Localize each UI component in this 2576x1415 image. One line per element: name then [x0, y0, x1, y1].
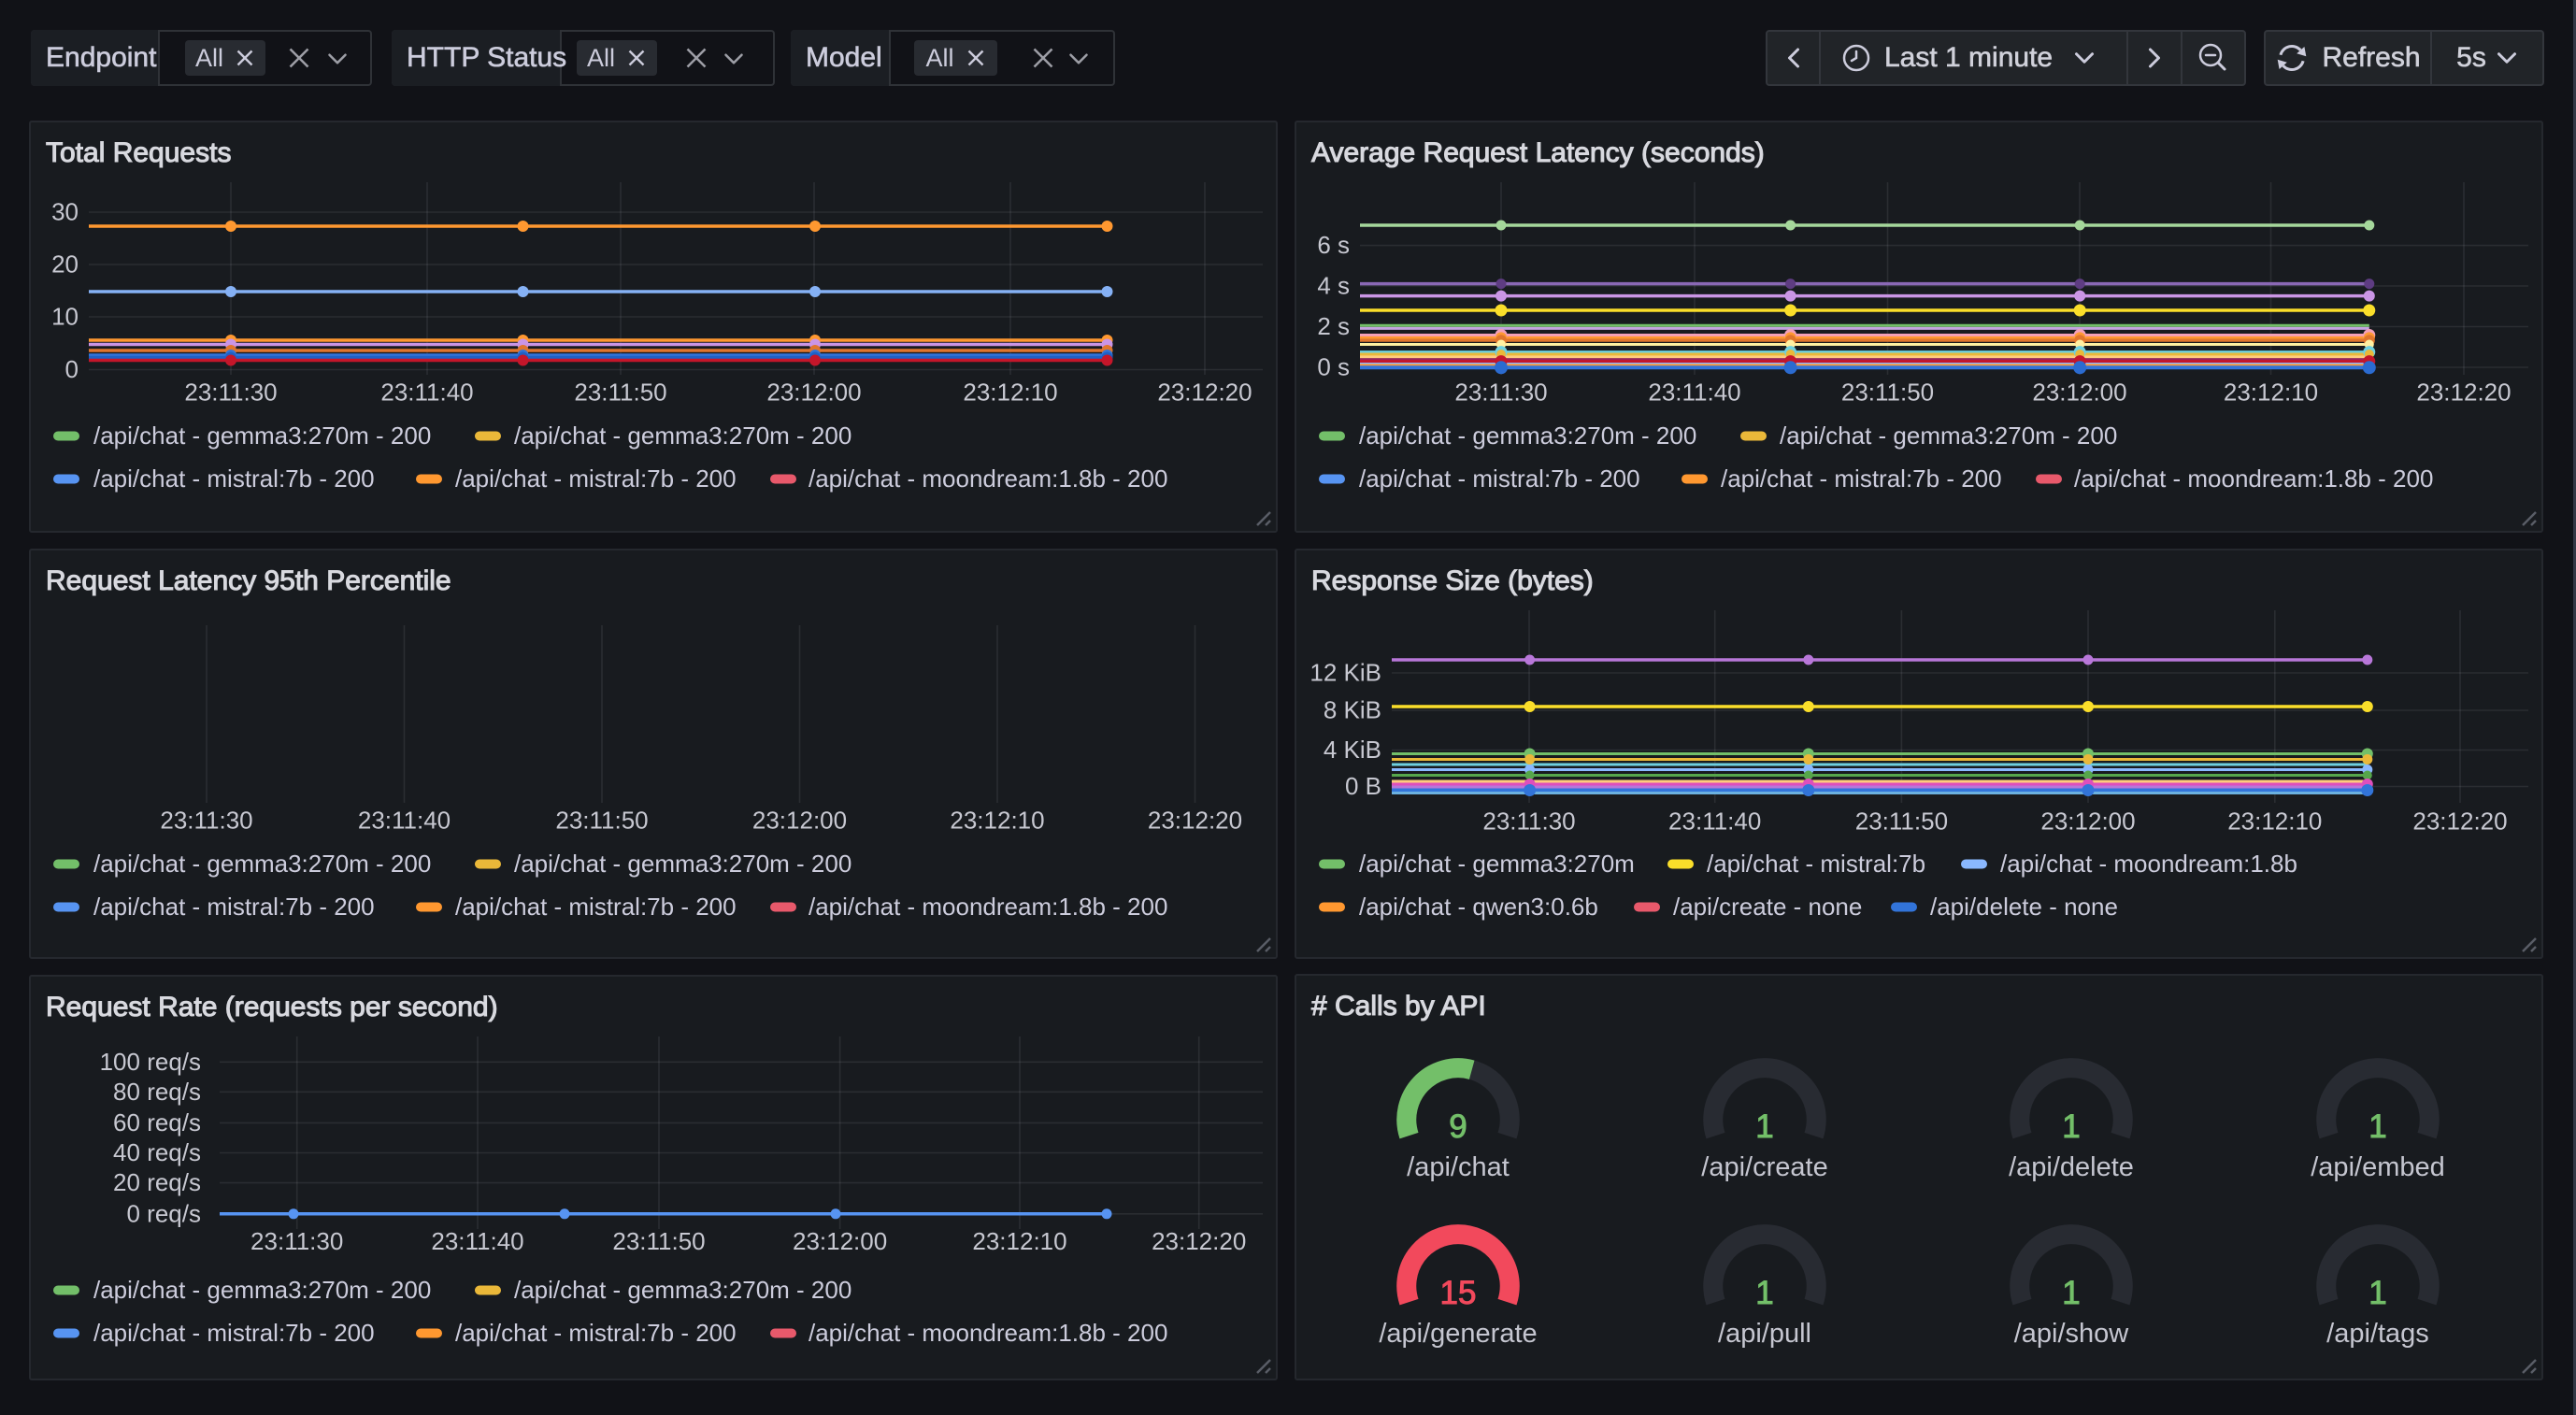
svg-text:/api/chat - mistral:7b - 200: /api/chat - mistral:7b - 200 — [455, 893, 737, 921]
svg-text:0 req/s: 0 req/s — [127, 1199, 202, 1227]
svg-text:1: 1 — [1755, 1275, 1773, 1311]
svg-text:23:12:00: 23:12:00 — [752, 807, 847, 835]
svg-text:23:12:10: 23:12:10 — [963, 379, 1057, 407]
svg-text:23:12:00: 23:12:00 — [2040, 808, 2135, 836]
svg-text:4 s: 4 s — [1317, 272, 1350, 300]
svg-text:4 KiB: 4 KiB — [1324, 736, 1381, 764]
svg-text:23:12:10: 23:12:10 — [2227, 808, 2322, 836]
svg-text:23:12:00: 23:12:00 — [2032, 379, 2126, 407]
svg-text:100 req/s: 100 req/s — [100, 1048, 201, 1076]
svg-text:23:12:20: 23:12:20 — [1152, 1227, 1246, 1255]
svg-text:23:11:40: 23:11:40 — [431, 1227, 523, 1255]
svg-text:/api/chat - moondream:1.8b - 2: /api/chat - moondream:1.8b - 200 — [809, 893, 1167, 921]
svg-text:8 KiB: 8 KiB — [1324, 696, 1381, 724]
svg-text:23:12:00: 23:12:00 — [793, 1227, 887, 1255]
svg-text:23:11:30: 23:11:30 — [1454, 379, 1547, 407]
svg-text:23:12:20: 23:12:20 — [1148, 807, 1242, 835]
svg-text:40 req/s: 40 req/s — [113, 1138, 201, 1166]
svg-text:2 s: 2 s — [1317, 312, 1350, 340]
svg-text:/api/chat - mistral:7b - 200: /api/chat - mistral:7b - 200 — [93, 465, 375, 493]
svg-text:23:12:20: 23:12:20 — [2416, 379, 2511, 407]
svg-text:0 B: 0 B — [1345, 772, 1381, 800]
svg-text:1: 1 — [1755, 1108, 1773, 1145]
svg-text:15: 15 — [1440, 1275, 1477, 1311]
svg-text:23:11:40: 23:11:40 — [1668, 808, 1761, 836]
svg-text:23:11:50: 23:11:50 — [555, 807, 648, 835]
svg-text:23:11:40: 23:11:40 — [380, 379, 473, 407]
svg-text:23:12:10: 23:12:10 — [2224, 379, 2318, 407]
svg-text:/api/chat - mistral:7b - 200: /api/chat - mistral:7b - 200 — [455, 1319, 737, 1347]
svg-text:20 req/s: 20 req/s — [113, 1168, 201, 1196]
svg-text:/api/generate: /api/generate — [1379, 1319, 1537, 1349]
svg-text:23:11:50: 23:11:50 — [612, 1227, 705, 1255]
svg-text:/api/chat: /api/chat — [1407, 1152, 1510, 1182]
svg-text:/api/pull: /api/pull — [1718, 1319, 1811, 1349]
svg-text:/api/create: /api/create — [1701, 1152, 1827, 1182]
svg-text:/api/chat - mistral:7b: /api/chat - mistral:7b — [1707, 850, 1925, 878]
svg-text:Response Size (bytes): Response Size (bytes) — [1311, 565, 1594, 596]
svg-text:23:12:20: 23:12:20 — [1157, 379, 1252, 407]
svg-text:23:11:30: 23:11:30 — [1482, 808, 1575, 836]
svg-text:23:11:50: 23:11:50 — [1855, 808, 1948, 836]
svg-text:0: 0 — [65, 355, 79, 383]
svg-text:9: 9 — [1449, 1108, 1467, 1145]
svg-text:/api/chat - gemma3:270m - 200: /api/chat - gemma3:270m - 200 — [93, 1276, 431, 1304]
svg-text:Request Rate (requests per sec: Request Rate (requests per second) — [46, 992, 498, 1022]
svg-text:23:12:10: 23:12:10 — [972, 1227, 1066, 1255]
svg-text:6 s: 6 s — [1317, 231, 1350, 259]
svg-text:Total Requests: Total Requests — [46, 137, 231, 168]
svg-text:/api/delete - none: /api/delete - none — [1930, 893, 2118, 921]
svg-text:1: 1 — [2368, 1108, 2386, 1145]
svg-text:/api/chat - gemma3:270m: /api/chat - gemma3:270m — [1359, 850, 1635, 878]
svg-text:23:11:50: 23:11:50 — [1841, 379, 1934, 407]
svg-text:/api/chat - gemma3:270m - 200: /api/chat - gemma3:270m - 200 — [93, 422, 431, 450]
svg-text:/api/chat - moondream:1.8b - 2: /api/chat - moondream:1.8b - 200 — [809, 1319, 1167, 1347]
svg-text:# Calls by API: # Calls by API — [1311, 991, 1486, 1022]
svg-text:/api/create - none: /api/create - none — [1673, 893, 1862, 921]
svg-text:/api/chat - gemma3:270m - 200: /api/chat - gemma3:270m - 200 — [514, 422, 852, 450]
svg-text:12 KiB: 12 KiB — [1309, 659, 1381, 687]
svg-text:/api/chat - mistral:7b - 200: /api/chat - mistral:7b - 200 — [93, 1319, 375, 1347]
svg-text:60 req/s: 60 req/s — [113, 1108, 201, 1136]
svg-text:Average Request Latency (secon: Average Request Latency (seconds) — [1311, 137, 1765, 168]
svg-text:0 s: 0 s — [1317, 353, 1350, 381]
svg-text:/api/chat - mistral:7b - 200: /api/chat - mistral:7b - 200 — [93, 893, 375, 921]
svg-text:/api/chat - qwen3:0.6b: /api/chat - qwen3:0.6b — [1359, 893, 1598, 921]
svg-text:/api/show: /api/show — [2014, 1319, 2130, 1349]
svg-text:23:11:30: 23:11:30 — [184, 379, 277, 407]
svg-text:1: 1 — [2062, 1275, 2080, 1311]
svg-text:1: 1 — [2062, 1108, 2080, 1145]
svg-text:23:11:30: 23:11:30 — [250, 1227, 343, 1255]
svg-text:30: 30 — [51, 198, 79, 226]
svg-text:/api/chat - moondream:1.8b - 2: /api/chat - moondream:1.8b - 200 — [809, 465, 1167, 493]
svg-text:Request Latency 95th Percentil: Request Latency 95th Percentile — [46, 565, 451, 596]
svg-text:/api/delete: /api/delete — [2009, 1152, 2134, 1182]
svg-text:23:11:40: 23:11:40 — [358, 807, 451, 835]
svg-text:10: 10 — [51, 303, 79, 331]
svg-text:1: 1 — [2368, 1275, 2386, 1311]
svg-text:/api/embed: /api/embed — [2311, 1152, 2445, 1182]
svg-text:23:11:30: 23:11:30 — [160, 807, 252, 835]
svg-text:20: 20 — [51, 250, 79, 279]
svg-text:23:12:10: 23:12:10 — [950, 807, 1044, 835]
svg-text:23:11:40: 23:11:40 — [1648, 379, 1740, 407]
svg-text:/api/chat - gemma3:270m - 200: /api/chat - gemma3:270m - 200 — [514, 1276, 852, 1304]
svg-text:/api/chat - gemma3:270m - 200: /api/chat - gemma3:270m - 200 — [1780, 422, 2117, 450]
svg-text:/api/chat - mistral:7b - 200: /api/chat - mistral:7b - 200 — [1721, 465, 2002, 493]
svg-text:/api/chat - gemma3:270m - 200: /api/chat - gemma3:270m - 200 — [514, 850, 852, 878]
svg-text:/api/chat - gemma3:270m - 200: /api/chat - gemma3:270m - 200 — [1359, 422, 1696, 450]
svg-text:23:11:50: 23:11:50 — [574, 379, 666, 407]
svg-text:/api/chat - gemma3:270m - 200: /api/chat - gemma3:270m - 200 — [93, 850, 431, 878]
svg-text:23:12:20: 23:12:20 — [2412, 808, 2507, 836]
svg-text:23:12:00: 23:12:00 — [766, 379, 861, 407]
svg-text:/api/tags: /api/tags — [2326, 1319, 2429, 1349]
svg-text:/api/chat - mistral:7b - 200: /api/chat - mistral:7b - 200 — [455, 465, 737, 493]
svg-text:/api/chat - moondream:1.8b: /api/chat - moondream:1.8b — [2000, 850, 2297, 878]
svg-text:/api/chat - moondream:1.8b - 2: /api/chat - moondream:1.8b - 200 — [2074, 465, 2433, 493]
svg-text:80 req/s: 80 req/s — [113, 1078, 201, 1106]
svg-text:/api/chat - mistral:7b - 200: /api/chat - mistral:7b - 200 — [1359, 465, 1640, 493]
